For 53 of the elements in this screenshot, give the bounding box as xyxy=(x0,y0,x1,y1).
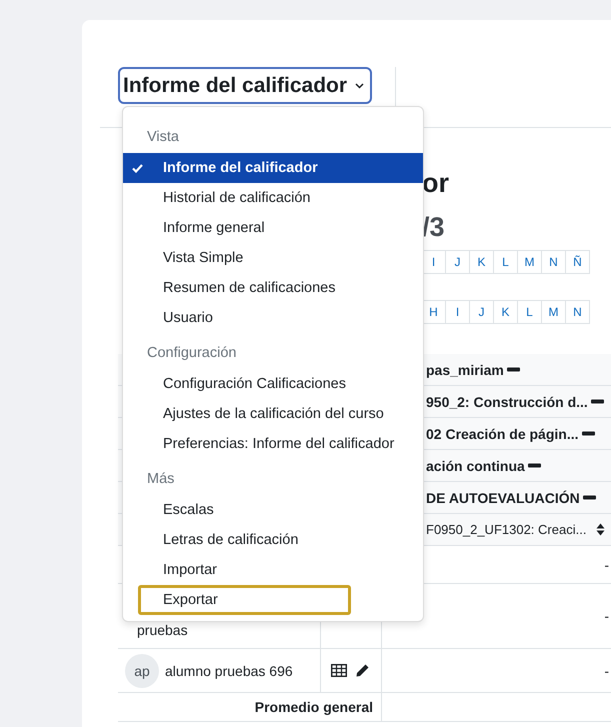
avatar-initials: ap xyxy=(125,654,159,688)
pencil-icon[interactable] xyxy=(356,664,369,677)
menu-item[interactable]: Exportar xyxy=(138,585,351,615)
category-name: 950_2: Construcción d... xyxy=(426,394,588,410)
menu-item[interactable]: Escalas xyxy=(123,495,423,525)
chevron-icon xyxy=(355,82,364,88)
letter-filter-link[interactable]: M xyxy=(517,250,542,274)
page-subheading: /3 xyxy=(422,212,446,242)
menu-item[interactable]: Resumen de calificaciones xyxy=(123,273,423,303)
footer-label: Promedio general xyxy=(254,699,373,715)
letter-filter-link[interactable]: Ñ xyxy=(565,250,590,274)
menu-item[interactable]: Configuración Calificaciones xyxy=(123,369,423,399)
menu-section-heading: Configuración xyxy=(146,344,238,363)
letter-filter-link[interactable]: L xyxy=(517,300,542,324)
collapse-icon[interactable] xyxy=(582,495,596,500)
collapse-icon[interactable] xyxy=(590,399,604,404)
collapse-icon[interactable] xyxy=(582,431,594,436)
menu-item[interactable]: Informe general xyxy=(123,213,423,243)
menu-section-heading: Vista xyxy=(146,128,180,147)
menu-item[interactable]: Historial de calificación xyxy=(123,183,423,213)
letter-filter-link[interactable]: L xyxy=(493,250,518,274)
sort-icon[interactable] xyxy=(596,523,606,536)
category-name: DE AUTOEVALUACIÓN xyxy=(426,490,580,506)
category-name: 02 Creación de págin... xyxy=(426,426,578,442)
menu-item[interactable]: Importar xyxy=(123,555,423,585)
letter-filter-link[interactable]: J xyxy=(469,300,494,324)
menu-item[interactable]: Preferencias: Informe del calificador xyxy=(123,429,423,459)
category-name: pas_miriam xyxy=(426,362,504,378)
grade-cell: - xyxy=(604,556,609,572)
table-icon[interactable] xyxy=(331,664,347,677)
page-heading: or xyxy=(422,168,450,198)
menu-item[interactable]: Letras de calificación xyxy=(123,525,423,555)
menu-item[interactable]: Informe del calificador xyxy=(123,153,423,183)
letter-filter-link[interactable]: K xyxy=(469,250,494,274)
menu-item[interactable]: Vista Simple xyxy=(123,243,423,273)
letter-filter-link[interactable]: M xyxy=(541,300,566,324)
letter-filter-link[interactable]: N xyxy=(541,250,566,274)
letter-filter-link[interactable]: J xyxy=(445,250,470,274)
student-name[interactable]: pruebas xyxy=(137,622,188,638)
student-name[interactable]: alumno pruebas 696 xyxy=(165,662,293,678)
letter-filter-link[interactable]: N xyxy=(565,300,590,324)
menu-item[interactable]: Usuario xyxy=(123,303,423,333)
report-select[interactable]: Informe del calificador xyxy=(118,67,372,104)
menu-item[interactable]: Ajustes de la calificación del curso xyxy=(123,399,423,429)
grade-cell: - xyxy=(604,608,609,624)
letter-filter-link[interactable]: K xyxy=(493,300,518,324)
collapse-icon[interactable] xyxy=(506,367,520,372)
category-name: ación continua xyxy=(426,458,525,474)
grade-cell: - xyxy=(604,662,609,678)
check-icon xyxy=(132,164,143,173)
collapse-icon[interactable] xyxy=(528,463,541,468)
letter-filter-link[interactable]: I xyxy=(445,300,470,324)
menu-section-heading: Más xyxy=(146,470,176,489)
